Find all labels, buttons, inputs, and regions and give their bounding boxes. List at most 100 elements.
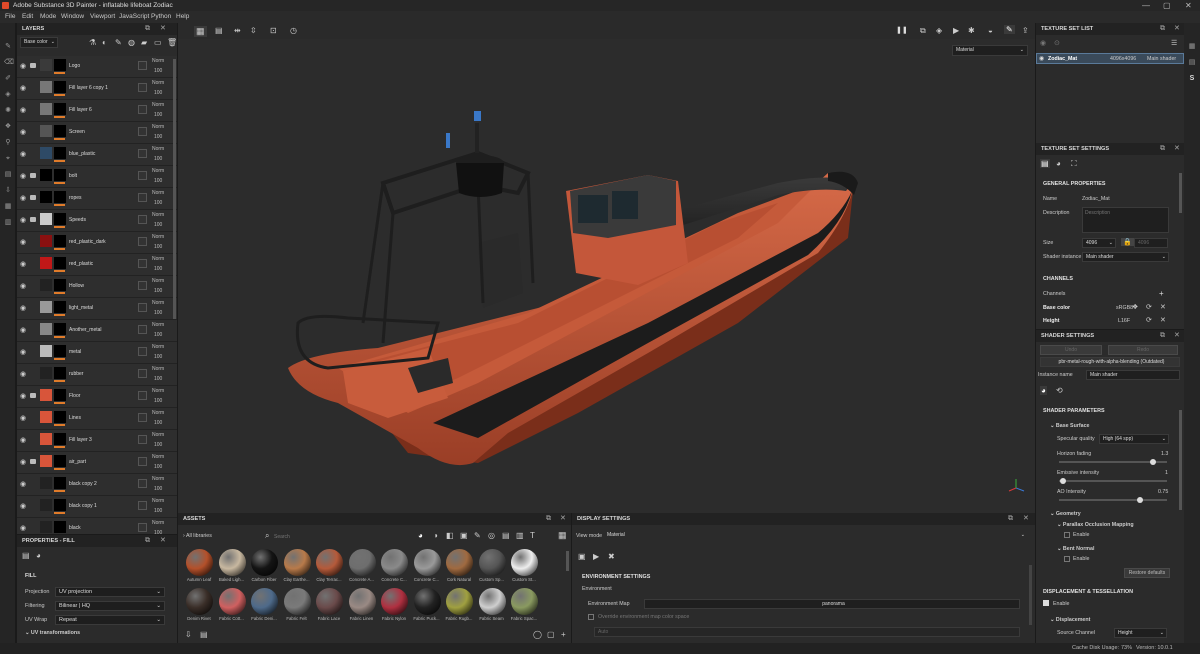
material-ball[interactable] bbox=[413, 549, 441, 576]
remove-channel-icon[interactable]: ✕ bbox=[1160, 316, 1166, 324]
base-surface-toggle[interactable]: ⌄ Base Surface bbox=[1050, 423, 1090, 429]
menu-viewport[interactable]: Viewport bbox=[90, 11, 115, 23]
material-ball-icon[interactable]: ◕ bbox=[36, 551, 41, 560]
share-icon[interactable]: ⇪ bbox=[1022, 26, 1029, 35]
layer-selector[interactable] bbox=[138, 413, 147, 422]
close-panel-icon[interactable]: ✕ bbox=[1174, 23, 1180, 35]
layer-selector[interactable] bbox=[138, 479, 147, 488]
material-ball[interactable] bbox=[283, 549, 311, 576]
bent-normal-enable-checkbox[interactable] bbox=[1064, 556, 1070, 562]
filter-generators-icon[interactable]: ▥ bbox=[516, 531, 524, 540]
bent-normal-toggle[interactable]: ⌄ Bent Normal bbox=[1057, 546, 1094, 552]
menu-javascript[interactable]: JavaScript bbox=[119, 11, 149, 23]
filter-masks-icon[interactable]: ◧ bbox=[446, 531, 454, 540]
material-ball[interactable] bbox=[251, 588, 278, 615]
material-ball[interactable] bbox=[316, 549, 343, 576]
float-panel-icon[interactable]: ⧉ bbox=[1160, 23, 1165, 35]
delete-layer-icon[interactable]: 🗑 bbox=[167, 38, 177, 47]
eye-icon[interactable]: ◉ bbox=[20, 106, 26, 114]
boat-3d-model[interactable] bbox=[178, 23, 1035, 513]
redo-button[interactable]: Redo bbox=[1108, 345, 1178, 355]
texture-set-row[interactable]: ◉ Zodiac_Mat 4096x4096 Main shader bbox=[1036, 53, 1184, 64]
viewer-tab-icon[interactable]: ✖ bbox=[608, 552, 615, 561]
eye-icon[interactable]: ◉ bbox=[20, 194, 26, 202]
ao-intensity-slider[interactable] bbox=[1059, 497, 1167, 503]
layer-selector[interactable] bbox=[138, 193, 147, 202]
layer-row[interactable]: ◉ Fill layer 3 Norm 100 bbox=[17, 430, 177, 452]
emissive-intensity-slider[interactable] bbox=[1059, 478, 1167, 484]
filter-brushes-icon[interactable]: ✎ bbox=[474, 531, 481, 540]
history-icon[interactable]: ◷ bbox=[290, 26, 297, 35]
instance-name-input[interactable]: Main shader bbox=[1086, 370, 1180, 380]
settings-tab-icon[interactable]: ▤ bbox=[1040, 159, 1050, 168]
layer-selector[interactable] bbox=[138, 149, 147, 158]
float-panel-icon[interactable]: ⧉ bbox=[1160, 330, 1165, 342]
eye-icon[interactable]: ◉ bbox=[20, 304, 26, 312]
close-panel-icon[interactable]: ✕ bbox=[160, 535, 166, 547]
menu-python[interactable]: Python bbox=[151, 11, 171, 23]
layer-blend-mode[interactable]: Norm bbox=[152, 300, 164, 306]
assets-scrollbar[interactable] bbox=[566, 551, 569, 571]
layer-blend-mode[interactable]: Norm bbox=[152, 58, 164, 64]
displacement-enable-checkbox[interactable] bbox=[1043, 600, 1049, 606]
layer-opacity[interactable]: 100 bbox=[154, 530, 162, 534]
layer-selector[interactable] bbox=[138, 435, 147, 444]
layer-opacity[interactable]: 100 bbox=[154, 442, 162, 448]
import-icon[interactable]: ⇩ bbox=[185, 630, 192, 639]
close-panel-icon[interactable]: ✕ bbox=[1174, 330, 1180, 342]
tessellation-tab-icon[interactable]: ⟲ bbox=[1056, 386, 1063, 395]
specular-quality-select[interactable]: High (64 spp) ⌄ bbox=[1099, 434, 1169, 444]
lock-icon[interactable]: 🔒 bbox=[1121, 238, 1134, 246]
layer-selector[interactable] bbox=[138, 61, 147, 70]
mask-icon[interactable]: ◐ bbox=[102, 38, 107, 47]
layer-selector[interactable] bbox=[138, 325, 147, 334]
close-panel-icon[interactable]: ✕ bbox=[160, 23, 166, 35]
smudge-icon[interactable]: ✺ bbox=[4, 107, 12, 115]
eye-icon[interactable]: ◉ bbox=[20, 216, 26, 224]
layer-selector[interactable] bbox=[138, 501, 147, 510]
eraser-icon[interactable]: ⌫ bbox=[4, 59, 14, 67]
layer-opacity[interactable]: 100 bbox=[154, 222, 162, 228]
pom-enable-checkbox[interactable] bbox=[1064, 532, 1070, 538]
filter-smart-icon[interactable]: ◑ bbox=[433, 531, 438, 540]
layer-selector[interactable] bbox=[138, 369, 147, 378]
layer-opacity[interactable]: 100 bbox=[154, 156, 162, 162]
layer-opacity[interactable]: 100 bbox=[154, 464, 162, 470]
shs-scrollbar[interactable] bbox=[1179, 410, 1182, 510]
eye-icon[interactable]: ◉ bbox=[20, 84, 26, 92]
material-ball[interactable] bbox=[283, 588, 311, 615]
shader-instance-select[interactable]: Main shader ⌄ bbox=[1082, 252, 1169, 262]
layer-blend-mode[interactable]: Norm bbox=[152, 168, 164, 174]
layer-opacity[interactable]: 100 bbox=[154, 68, 162, 74]
layer-blend-mode[interactable]: Norm bbox=[152, 388, 164, 394]
filter-filters-icon[interactable]: ▤ bbox=[502, 531, 510, 540]
material-ball[interactable] bbox=[348, 588, 376, 615]
pause-icon[interactable]: ❚❚ bbox=[896, 26, 908, 34]
channel-settings-icon[interactable]: ❖ bbox=[1132, 303, 1138, 311]
layer-row[interactable]: ◉ light_metal Norm 100 bbox=[17, 298, 177, 320]
viewport-mode-select[interactable]: Material ⌄ bbox=[952, 45, 1028, 56]
camera-tab-icon[interactable]: ▶ bbox=[593, 552, 599, 561]
eye-icon[interactable]: ◉ bbox=[20, 392, 26, 400]
float-panel-icon[interactable]: ⧉ bbox=[1160, 143, 1165, 155]
horizon-fading-slider[interactable] bbox=[1059, 459, 1167, 465]
tiling-icon[interactable]: ▤ bbox=[215, 26, 223, 35]
add-fill-layer-icon[interactable]: ◍ bbox=[128, 38, 135, 47]
layer-opacity[interactable]: 100 bbox=[154, 178, 162, 184]
layer-selector[interactable] bbox=[138, 215, 147, 224]
layer-row[interactable]: ◉ blue_plastic Norm 100 bbox=[17, 144, 177, 166]
eye-icon[interactable]: ◉ bbox=[20, 480, 26, 488]
override-colorspace-checkbox[interactable] bbox=[588, 614, 594, 620]
layer-row[interactable]: ◉ Fill layer 6 copy 1 Norm 100 bbox=[17, 78, 177, 100]
description-input[interactable] bbox=[1082, 207, 1169, 233]
material-ball[interactable] bbox=[251, 549, 278, 576]
material-ball[interactable] bbox=[511, 588, 538, 615]
layer-opacity[interactable]: 100 bbox=[154, 90, 162, 96]
uv-icon[interactable]: ▦ bbox=[4, 203, 12, 211]
shader-tab-icon[interactable]: ◕ bbox=[1040, 386, 1047, 395]
render-icon[interactable]: ◒ bbox=[988, 26, 993, 35]
layer-row[interactable]: ◉ red_plastic_dark Norm 100 bbox=[17, 232, 177, 254]
add-paint-layer-icon[interactable]: ✎ bbox=[115, 38, 122, 47]
cube-icon[interactable]: ◈ bbox=[936, 26, 942, 35]
paint-mode-icon[interactable]: ✎ bbox=[1004, 25, 1015, 34]
